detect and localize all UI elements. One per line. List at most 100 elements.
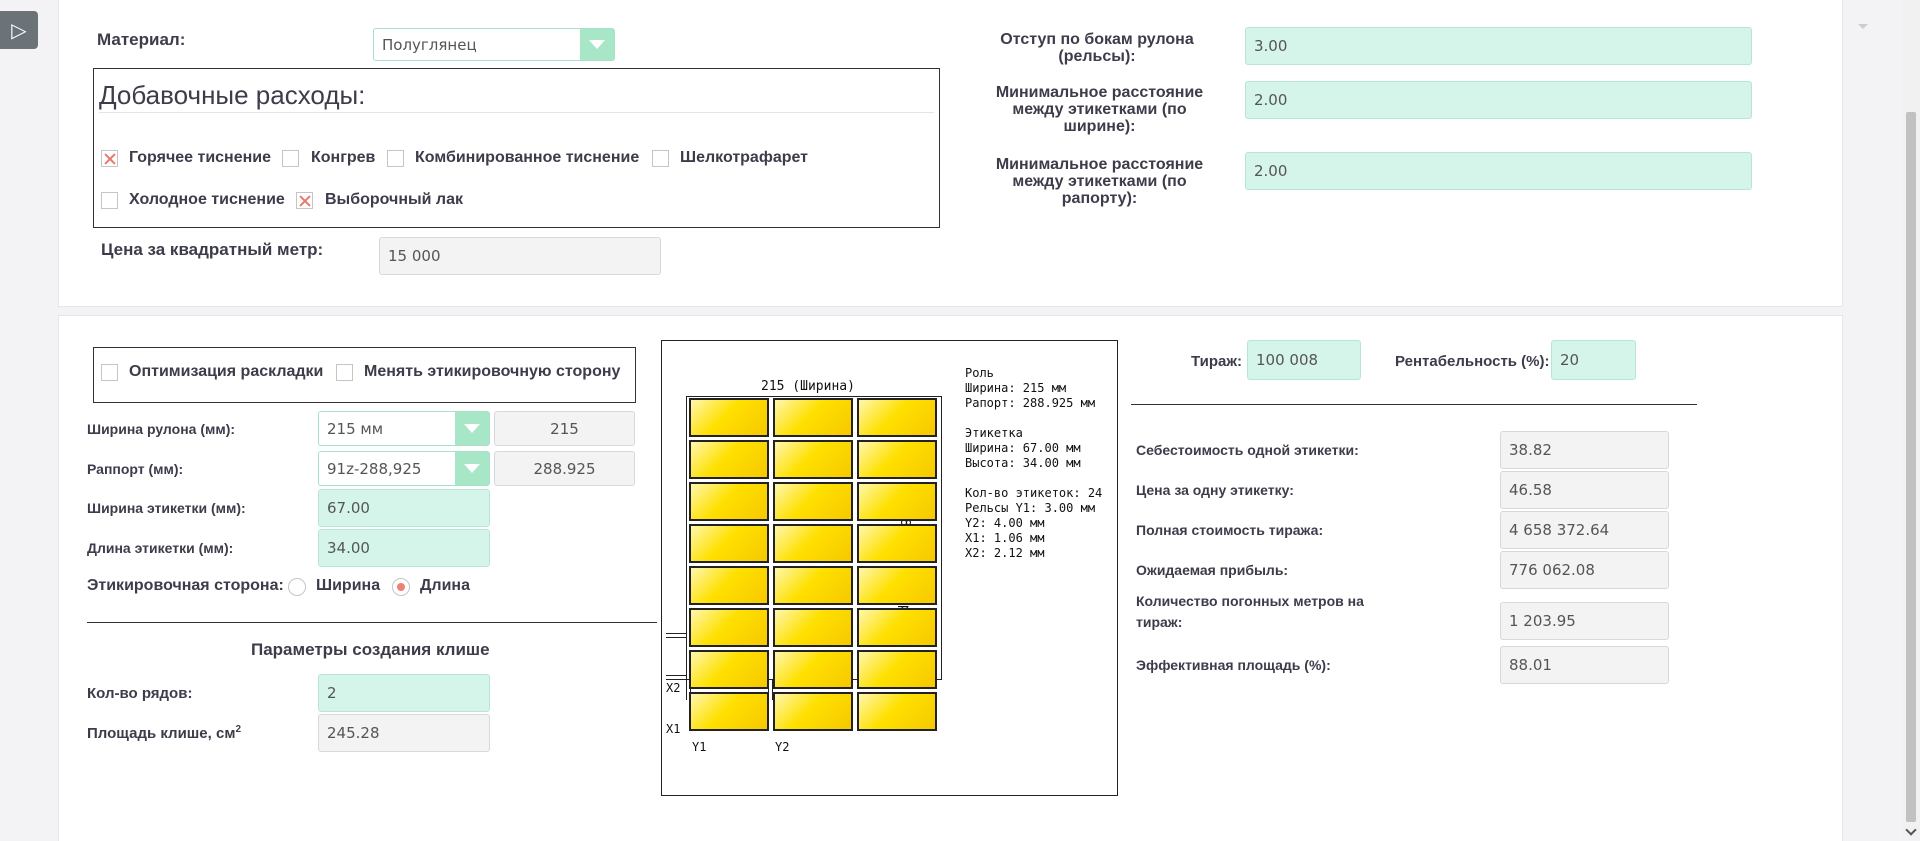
cliche-area-label: Площадь клише, см2: [87, 724, 241, 742]
material-select[interactable]: Полуглянец: [373, 28, 615, 61]
chevron-down-icon: [455, 412, 489, 445]
scroll-down-icon[interactable]: [1905, 824, 1917, 836]
checkbox-embossing[interactable]: [282, 150, 299, 167]
roll-width-label: Ширина рулона (мм):: [87, 421, 236, 437]
rows-count-input[interactable]: 2: [318, 674, 490, 712]
label-cell: [773, 566, 853, 605]
repeat-select[interactable]: 91z-288,925: [318, 451, 490, 486]
params-divider: [87, 622, 657, 623]
result-label: Количество погонных метров на тираж:: [1136, 593, 1364, 630]
label-change-label-side: Менять этикировочную сторону: [364, 363, 621, 380]
min-width-gap-label: Минимальное расстояние между этикетками …: [995, 84, 1204, 135]
x2-label: X2: [666, 681, 681, 695]
x1-label: X1: [666, 722, 681, 736]
label-cell: [689, 482, 769, 521]
collapse-caret-icon[interactable]: [1858, 24, 1868, 29]
result-label: Полная стоимость тиража:: [1136, 522, 1324, 538]
label-hot-stamping: Горячее тиснение: [129, 149, 272, 166]
roll-width-select-value: 215 мм: [327, 419, 384, 438]
side-offset-input[interactable]: 3.00: [1245, 27, 1752, 65]
material-label: Материал:: [97, 30, 186, 49]
label-cell: [857, 440, 937, 479]
diagram-info-line: Высота: 34.00 мм: [965, 456, 1081, 470]
label-cell: [773, 482, 853, 521]
x2-rail-line: [666, 633, 686, 634]
repeat-select-value: 91z-288,925: [327, 459, 422, 478]
label-width-input[interactable]: 67.00: [318, 489, 490, 527]
radio-width[interactable]: [288, 578, 306, 596]
label-combined-stamping: Комбинированное тиснение: [415, 149, 640, 166]
layout-diagram: 215 (Ширина) Роль Ширина: 215 мм Рапорт: 2…: [661, 340, 1118, 796]
cliche-area-label-text: Площадь клише, см: [87, 725, 236, 742]
roll-width-select[interactable]: 215 мм: [318, 411, 490, 446]
result-label: Цена за одну этикетку:: [1136, 482, 1294, 498]
label-cell: [857, 398, 937, 437]
circulation-label: Тираж:: [1191, 353, 1242, 370]
min-width-gap-input[interactable]: 2.00: [1245, 81, 1752, 119]
label-length-label: Длина этикетки (мм):: [87, 540, 234, 556]
checkbox-optimize-layout[interactable]: [101, 364, 118, 381]
chevron-down-icon: [580, 29, 614, 60]
diagram-info-line: Кол-во этикеток: 24: [965, 486, 1103, 500]
result-value: 88.01: [1500, 646, 1669, 684]
label-width-label: Ширина этикетки (мм):: [87, 500, 246, 516]
checkbox-hot-stamping[interactable]: [101, 150, 118, 167]
label-silkscreen: Шелкотрафарет: [680, 149, 809, 166]
material-select-value: Полуглянец: [382, 35, 477, 54]
y2-rail-line-b: [772, 680, 773, 700]
label-cell: [689, 566, 769, 605]
cliche-area-value: 245.28: [318, 714, 490, 752]
label-cell: [689, 440, 769, 479]
diagram-info-line: X1: 1.06 мм: [965, 531, 1045, 545]
circulation-input[interactable]: 100 008: [1247, 340, 1361, 380]
extra-costs-divider: [99, 112, 934, 113]
y1-rail-line-b: [690, 680, 691, 700]
diagram-info-line: Ширина: 67.00 мм: [965, 441, 1081, 455]
diagram-info: Роль Ширина: 215 мм Рапорт: 288.925 мм Эти…: [965, 366, 1102, 561]
y2-label: Y2: [775, 740, 790, 754]
diagram-info-line: X2: 2.12 мм: [965, 546, 1045, 560]
profitability-input[interactable]: 20: [1551, 340, 1636, 380]
sidebar-toggle-button[interactable]: ▷: [0, 11, 38, 49]
checkbox-silkscreen[interactable]: [652, 150, 669, 167]
min-repeat-gap-input[interactable]: 2.00: [1245, 152, 1752, 190]
label-cell: [689, 398, 769, 437]
roll-width-value: 215: [494, 411, 635, 446]
label-length-input[interactable]: 34.00: [318, 529, 490, 567]
price-sqm-input[interactable]: 15 000: [379, 237, 661, 275]
result-value: 38.82: [1500, 431, 1669, 469]
scrollbar-thumb[interactable]: [1906, 112, 1916, 822]
result-label: Эффективная площадь (%):: [1136, 657, 1331, 673]
y2-rail-line: [768, 680, 769, 700]
checkbox-cold-stamping[interactable]: [101, 192, 118, 209]
label-cell: [857, 482, 937, 521]
checkbox-combined-stamping[interactable]: [387, 150, 404, 167]
label-cell: [773, 524, 853, 563]
price-sqm-label: Цена за квадратный метр:: [101, 240, 324, 259]
label-cell: [689, 608, 769, 647]
label-cell: [857, 608, 937, 647]
scrollbar[interactable]: [1902, 0, 1920, 840]
radio-length[interactable]: [392, 578, 410, 596]
result-label: Себестоимость одной этикетки:: [1136, 442, 1359, 458]
checkbox-change-label-side[interactable]: [336, 364, 353, 381]
checkbox-spot-varnish[interactable]: [296, 192, 313, 209]
label-cell: [857, 692, 937, 731]
label-cell: [689, 692, 769, 731]
results-divider: [1131, 404, 1697, 405]
radio-length-label: Длина: [420, 577, 470, 594]
label-side-label: Этикировочная сторона:: [87, 577, 284, 594]
repeat-value: 288.925: [494, 451, 635, 486]
label-cell: [689, 650, 769, 689]
extra-costs-title: Добавочные расходы:: [99, 80, 366, 110]
result-label: Ожидаемая прибыль:: [1136, 562, 1289, 578]
diagram-info-line: Рельсы Y1: 3.00 мм: [965, 501, 1096, 515]
x1-rail-line: [666, 675, 686, 676]
label-optimize-layout: Оптимизация раскладки: [129, 363, 324, 380]
label-cell: [689, 524, 769, 563]
result-value: 1 203.95: [1500, 602, 1669, 640]
profitability-label: Рентабельность (%):: [1395, 353, 1550, 370]
diagram-info-line: Роль: [965, 366, 994, 380]
label-cell: [773, 398, 853, 437]
rows-count-label: Кол-во рядов:: [87, 685, 193, 702]
